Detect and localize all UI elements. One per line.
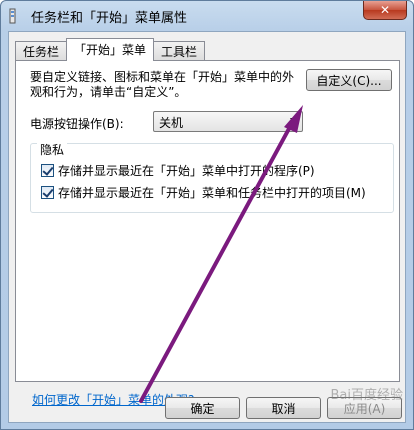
power-button-value: 关机 xyxy=(159,116,184,130)
tab-toolbars[interactable]: 工具栏 xyxy=(153,41,206,61)
close-icon: ✕ xyxy=(379,3,391,17)
cancel-button[interactable]: 取消 xyxy=(246,397,321,419)
recent-items-label: 存储并显示最近在「开始」菜单和任务栏中打开的项目(M) xyxy=(58,186,366,200)
customize-button[interactable]: 自定义(C)... xyxy=(306,69,392,91)
privacy-group: 隐私 存储并显示最近在「开始」菜单中打开的程序(P) 存储并显示最近在「开始」菜… xyxy=(30,143,394,213)
privacy-group-label: 隐私 xyxy=(37,143,68,157)
power-button-label: 电源按钮操作(B): xyxy=(30,117,124,131)
window-title: 任务栏和「开始」菜单属性 xyxy=(31,11,188,26)
chevron-down-icon xyxy=(290,118,298,123)
recent-programs-checkbox[interactable] xyxy=(41,164,54,177)
taskbar-app-icon xyxy=(9,8,16,24)
tab-strip: 任务栏 「开始」菜单 工具栏 xyxy=(15,37,206,61)
dialog-client-area: 任务栏 「开始」菜单 工具栏 要自定义链接、图标和菜单在「开始」菜单中的外观和行… xyxy=(8,31,406,423)
recent-items-option[interactable]: 存储并显示最近在「开始」菜单和任务栏中打开的项目(M) xyxy=(41,184,366,201)
title-bar[interactable]: 任务栏和「开始」菜单属性 ✕ xyxy=(1,1,413,31)
watermark: Bai百度经验 xyxy=(330,388,404,403)
power-button-select[interactable]: 关机 xyxy=(153,111,303,132)
properties-window: 任务栏和「开始」菜单属性 ✕ 任务栏 「开始」菜单 工具栏 要自定义链接、图标和… xyxy=(0,0,414,430)
tab-taskbar[interactable]: 任务栏 xyxy=(15,41,68,61)
start-menu-panel: 要自定义链接、图标和菜单在「开始」菜单中的外观和行为，请单击“自定义”。 自定义… xyxy=(15,60,400,407)
close-button[interactable]: ✕ xyxy=(363,1,407,20)
customize-description: 要自定义链接、图标和菜单在「开始」菜单中的外观和行为，请单击“自定义”。 xyxy=(30,70,295,99)
recent-items-checkbox[interactable] xyxy=(41,186,54,199)
recent-programs-label: 存储并显示最近在「开始」菜单中打开的程序(P) xyxy=(58,164,315,178)
recent-programs-option[interactable]: 存储并显示最近在「开始」菜单中打开的程序(P) xyxy=(41,162,315,179)
ok-button[interactable]: 确定 xyxy=(165,397,240,419)
tab-start-menu[interactable]: 「开始」菜单 xyxy=(66,38,155,61)
